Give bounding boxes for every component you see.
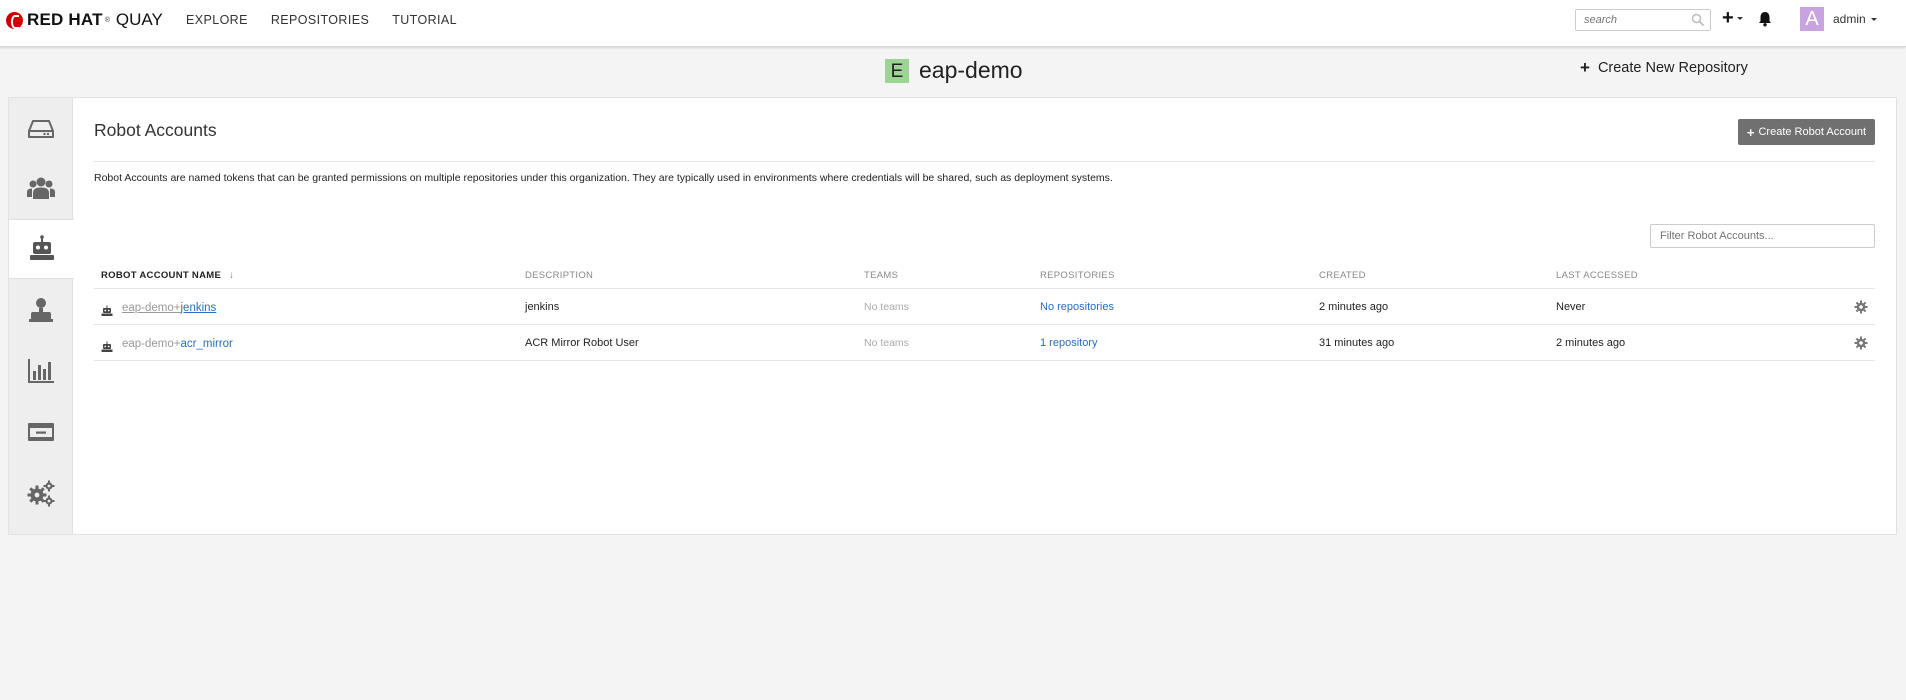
robot-description: jenkins [525, 301, 560, 313]
robot-last-accessed: 2 minutes ago [1556, 337, 1626, 349]
chevron-down-icon [1870, 17, 1877, 21]
org-panel: Robot Accounts + Create Robot Account Ro… [8, 97, 1897, 535]
create-new-repository-link[interactable]: + Create New Repository [1580, 58, 1748, 77]
plus-icon: + [1722, 7, 1734, 29]
robot-shortname: acr_mirror [180, 338, 233, 350]
org-avatar: E [885, 58, 909, 83]
robot-icon [101, 341, 113, 352]
nav-repositories[interactable]: REPOSITORIES [271, 13, 369, 27]
org-header: E eap-demo [885, 57, 1023, 84]
gears-icon [27, 480, 55, 507]
tab-teams[interactable] [9, 158, 73, 218]
robot-description: ACR Mirror Robot User [525, 337, 639, 349]
column-header-description[interactable]: DESCRIPTION [525, 270, 593, 281]
page-title: Robot Accounts [94, 120, 217, 140]
divider [94, 161, 1875, 162]
plus-icon: + [1746, 124, 1755, 140]
registered-mark: ® [104, 16, 110, 24]
top-navbar: RED HAT ® QUAY EXPLORE REPOSITORIES TUTOR… [0, 0, 1906, 47]
search-input[interactable] [1584, 10, 1690, 30]
bell-icon[interactable] [1756, 10, 1774, 28]
search-box [1575, 9, 1711, 31]
column-header-name[interactable]: ROBOT ACCOUNT NAME ↓ [101, 270, 234, 281]
robot-icon [101, 305, 113, 316]
create-menu-button[interactable]: + [1722, 7, 1743, 29]
tab-default-permissions[interactable] [9, 280, 73, 340]
brand-product: QUAY [115, 10, 163, 29]
redhat-logo-icon [6, 11, 23, 29]
sort-arrow-icon: ↓ [229, 270, 235, 281]
tab-usage-logs[interactable] [9, 341, 73, 401]
robot-repositories-link[interactable]: No repositories [1040, 301, 1114, 313]
credit-card-icon [28, 423, 54, 441]
robot-accounts-description: Robot Accounts are named tokens that can… [94, 172, 1113, 184]
robot-created: 2 minutes ago [1319, 301, 1389, 313]
table-header: ROBOT ACCOUNT NAME ↓ DESCRIPTION TEAMS RE… [94, 263, 1875, 289]
robot-icon [29, 235, 54, 260]
org-sidebar [9, 98, 74, 534]
robot-teams: No teams [864, 337, 909, 349]
column-header-teams[interactable]: TEAMS [864, 270, 898, 281]
gear-icon[interactable] [1854, 336, 1868, 350]
bar-chart-icon [28, 359, 54, 383]
robot-name-link[interactable]: eap-demo+acr_mirror [122, 334, 233, 352]
chevron-down-icon [1736, 16, 1743, 20]
robot-namespace: eap-demo+ [122, 302, 181, 314]
tab-repositories[interactable] [9, 98, 73, 158]
nav-explore[interactable]: EXPLORE [186, 13, 248, 27]
robot-name-cell: eap-demo+acr_mirror [101, 333, 233, 353]
robot-last-accessed: Never [1556, 301, 1586, 313]
users-icon [27, 177, 55, 199]
user-menu[interactable]: admin [1833, 12, 1877, 26]
search-icon[interactable] [1691, 13, 1705, 27]
column-header-last-accessed[interactable]: LAST ACCESSED [1556, 270, 1638, 281]
column-header-created[interactable]: CREATED [1319, 270, 1366, 281]
column-header-repositories[interactable]: REPOSITORIES [1040, 270, 1115, 281]
tab-robot-accounts[interactable] [9, 219, 74, 279]
tab-billing[interactable] [9, 402, 73, 462]
create-repo-label: Create New Repository [1597, 60, 1748, 76]
robot-namespace: eap-demo+ [122, 338, 181, 350]
create-robot-label: Create Robot Account [1758, 126, 1867, 138]
user-permissions-icon [29, 298, 53, 322]
filter-robot-accounts-input[interactable] [1650, 224, 1875, 248]
table-row: eap-demo+acr_mirror ACR Mirror Robot Use… [94, 325, 1875, 361]
username: admin [1833, 12, 1866, 26]
gear-icon[interactable] [1854, 300, 1868, 314]
hard-drive-icon [28, 120, 54, 138]
brand-red-hat: RED HAT [27, 10, 103, 29]
robot-shortname: jenkins [180, 302, 217, 314]
create-robot-account-button[interactable]: + Create Robot Account [1738, 119, 1875, 145]
brand-logo-link[interactable]: RED HAT ® QUAY [6, 10, 163, 30]
main-nav: EXPLORE REPOSITORIES TUTORIAL [186, 13, 480, 27]
plus-icon: + [1580, 58, 1590, 77]
robot-teams: No teams [864, 301, 909, 313]
org-name: eap-demo [919, 57, 1023, 83]
robot-name-link[interactable]: eap-demo+jenkins [122, 298, 216, 316]
robot-created: 31 minutes ago [1319, 337, 1395, 349]
robot-name-cell: eap-demo+jenkins [101, 297, 216, 317]
robot-accounts-table: ROBOT ACCOUNT NAME ↓ DESCRIPTION TEAMS RE… [94, 263, 1875, 361]
robot-repositories-link[interactable]: 1 repository [1040, 337, 1097, 349]
nav-tutorial[interactable]: TUTORIAL [392, 13, 457, 27]
tab-settings[interactable] [9, 463, 73, 523]
table-row: eap-demo+jenkins jenkins No teams No rep… [94, 289, 1875, 325]
user-avatar[interactable]: A [1800, 7, 1824, 31]
